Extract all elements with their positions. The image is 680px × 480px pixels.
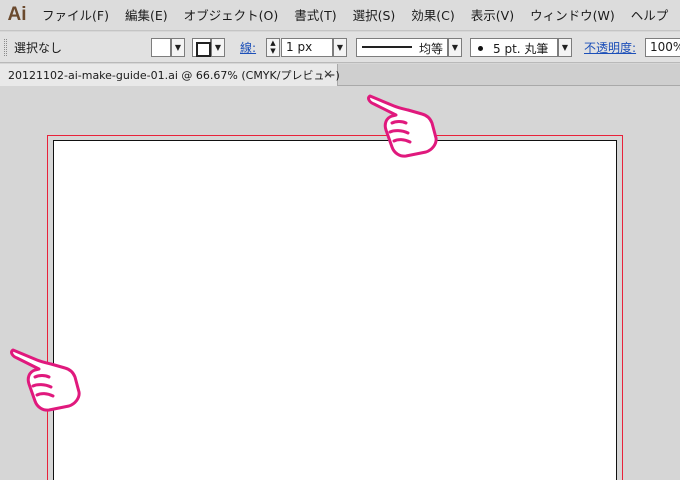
opacity-field[interactable]: 100% (645, 38, 680, 57)
document-tab[interactable]: 20121102-ai-make-guide-01.ai @ 66.67% (C… (0, 64, 340, 86)
menu-select[interactable]: 選択(S) (345, 0, 404, 31)
stroke-weight-field[interactable]: 1 px (281, 38, 333, 57)
menu-edit[interactable]: 編集(E) (117, 0, 176, 31)
menu-bar: Ai ファイル(F) 編集(E) オブジェクト(O) 書式(T) 選択(S) 効… (0, 0, 680, 31)
document-tab-title: 20121102-ai-make-guide-01.ai @ 66.67% (C… (8, 69, 340, 82)
stroke-dropdown-button[interactable]: ▼ (211, 38, 225, 57)
control-bar: 選択なし ▼ ▼ 線: ▲ ▼ 1 px ▼ 均等 ▼ 5 pt. 丸筆 ▼ 不透… (0, 32, 680, 63)
menu-type[interactable]: 書式(T) (286, 0, 344, 31)
close-icon[interactable]: × (323, 67, 333, 81)
brush-dropdown[interactable]: ▼ (558, 38, 572, 57)
stroke-weight-dropdown[interactable]: ▼ (333, 38, 347, 57)
canvas-area[interactable] (0, 87, 680, 480)
opacity-label-link[interactable]: 不透明度: (584, 39, 636, 56)
stroke-swatch-icon[interactable] (192, 38, 211, 57)
app-logo: Ai (7, 4, 27, 25)
profile-line-preview (362, 46, 412, 48)
menu-window[interactable]: ウィンドウ(W) (522, 0, 623, 31)
brush-definition[interactable]: 5 pt. 丸筆 (470, 38, 558, 57)
artboard[interactable] (53, 140, 617, 480)
panel-grip[interactable] (4, 39, 7, 56)
pointing-hand-icon (367, 94, 438, 158)
stroke-weight-spinner[interactable]: ▲ ▼ (266, 38, 280, 57)
opacity-label: 不透明度 (584, 41, 633, 55)
menu-object[interactable]: オブジェクト(O) (176, 0, 287, 31)
menu-help[interactable]: ヘルプ (623, 0, 677, 31)
menu-effect[interactable]: 効果(C) (403, 0, 462, 31)
stroke-label: 線 (240, 41, 253, 55)
selection-status: 選択なし (14, 41, 63, 55)
profile-dropdown[interactable]: ▼ (448, 38, 462, 57)
stroke-label-link[interactable]: 線: (240, 39, 256, 56)
menu-file[interactable]: ファイル(F) (34, 0, 117, 31)
document-tab-strip: 20121102-ai-make-guide-01.ai @ 66.67% (C… (0, 64, 680, 86)
fill-swatch[interactable] (151, 38, 171, 57)
menu-view[interactable]: 表示(V) (463, 0, 522, 31)
fill-dropdown-button[interactable]: ▼ (171, 38, 185, 57)
pointing-hand-icon (10, 348, 81, 412)
brush-dot-icon (478, 46, 483, 51)
